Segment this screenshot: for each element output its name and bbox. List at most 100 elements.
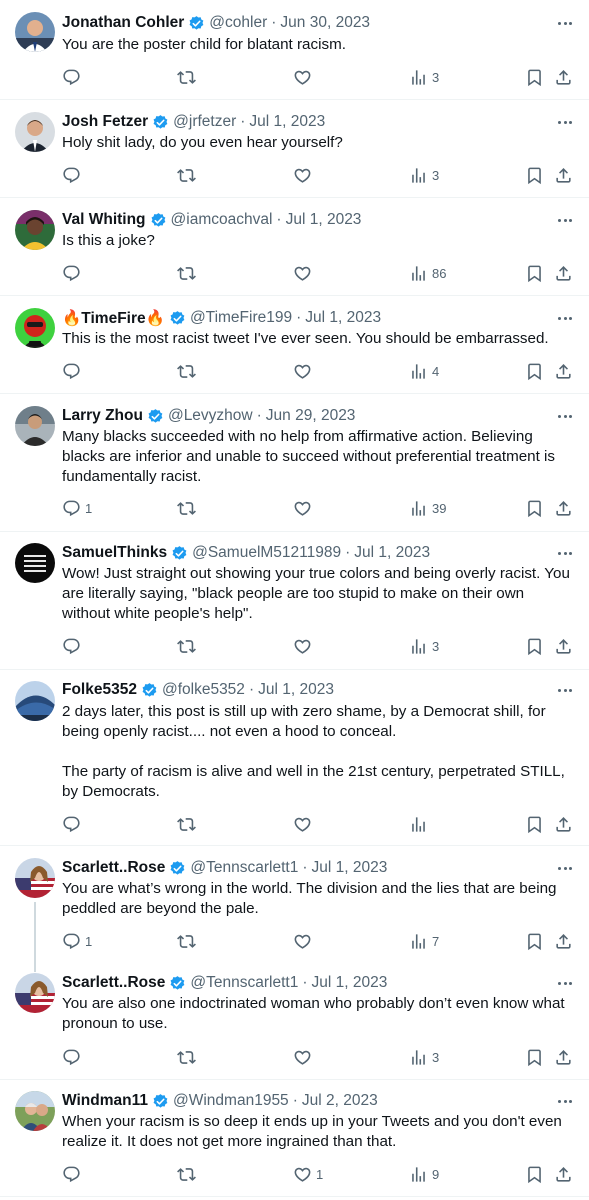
handle[interactable]: @jrfetzer <box>173 113 236 131</box>
retweet-button[interactable] <box>177 1047 200 1067</box>
retweet-button[interactable] <box>177 361 200 381</box>
bookmark-button[interactable] <box>525 361 544 381</box>
more-icon[interactable] <box>555 308 575 328</box>
like-button[interactable] <box>293 636 316 656</box>
handle[interactable]: @folke5352 <box>162 681 245 699</box>
handle[interactable]: @SamuelM51211989 <box>192 544 341 562</box>
display-name[interactable]: 🔥TimeFire🔥 <box>62 309 165 328</box>
more-icon[interactable] <box>555 112 575 132</box>
timestamp[interactable]: Jul 1, 2023 <box>286 211 362 229</box>
views-button[interactable]: 86 <box>409 263 446 283</box>
more-icon[interactable] <box>555 406 575 426</box>
share-button[interactable] <box>554 636 573 656</box>
share-button[interactable] <box>554 361 573 381</box>
handle[interactable]: @Levyzhow <box>168 407 253 425</box>
handle[interactable]: @cohler <box>209 14 267 32</box>
more-icon[interactable] <box>555 1091 575 1111</box>
handle[interactable]: @iamcoachval <box>171 211 273 229</box>
share-button[interactable] <box>554 931 573 951</box>
tweet-timefire[interactable]: 🔥TimeFire🔥 @TimeFire199 · Jul 1, 2023 Th… <box>0 296 589 394</box>
avatar[interactable] <box>15 681 55 721</box>
like-button[interactable]: 1 <box>293 1164 323 1184</box>
avatar[interactable] <box>15 112 55 152</box>
retweet-button[interactable] <box>177 165 200 185</box>
retweet-button[interactable] <box>177 814 200 834</box>
timestamp[interactable]: Jul 1, 2023 <box>305 309 381 327</box>
like-button[interactable] <box>293 1047 316 1067</box>
avatar[interactable] <box>15 1091 55 1131</box>
views-button[interactable]: 4 <box>409 361 439 381</box>
more-icon[interactable] <box>555 543 575 563</box>
display-name[interactable]: Folke5352 <box>62 681 137 699</box>
more-icon[interactable] <box>555 858 575 878</box>
like-button[interactable] <box>293 165 316 185</box>
tweet-scarlett-rose-1[interactable]: Scarlett..Rose @Tennscarlett1 · Jul 1, 2… <box>0 846 589 972</box>
share-button[interactable] <box>554 263 573 283</box>
reply-button[interactable]: 1 <box>62 931 92 951</box>
tweet-windman11[interactable]: Windman11 @Windman1955 · Jul 2, 2023 Whe… <box>0 1080 589 1197</box>
timestamp[interactable]: Jun 30, 2023 <box>280 14 370 32</box>
reply-button[interactable] <box>62 1047 85 1067</box>
avatar[interactable] <box>15 210 55 250</box>
retweet-button[interactable] <box>177 67 200 87</box>
reply-button[interactable] <box>62 263 85 283</box>
reply-button[interactable] <box>62 1164 85 1184</box>
avatar[interactable] <box>15 543 55 583</box>
avatar[interactable] <box>15 406 55 446</box>
bookmark-button[interactable] <box>525 636 544 656</box>
display-name[interactable]: Josh Fetzer <box>62 113 148 131</box>
tweet-jonathan-cohler[interactable]: Jonathan Cohler @cohler · Jun 30, 2023 Y… <box>0 0 589 100</box>
bookmark-button[interactable] <box>525 67 544 87</box>
tweet-larry-zhou[interactable]: Larry Zhou @Levyzhow · Jun 29, 2023 Many… <box>0 394 589 532</box>
like-button[interactable] <box>293 361 316 381</box>
views-button[interactable]: 3 <box>409 67 439 87</box>
like-button[interactable] <box>293 498 316 518</box>
reply-button[interactable] <box>62 636 85 656</box>
bookmark-button[interactable] <box>525 814 544 834</box>
more-icon[interactable] <box>555 973 575 993</box>
share-button[interactable] <box>554 67 573 87</box>
like-button[interactable] <box>293 67 316 87</box>
retweet-button[interactable] <box>177 931 200 951</box>
views-button[interactable] <box>409 814 432 834</box>
display-name[interactable]: Jonathan Cohler <box>62 14 184 32</box>
tweet-scarlett-rose-2[interactable]: Scarlett..Rose @Tennscarlett1 · Jul 1, 2… <box>0 962 589 1080</box>
timestamp[interactable]: Jun 29, 2023 <box>266 407 356 425</box>
reply-button[interactable]: 1 <box>62 498 92 518</box>
more-icon[interactable] <box>555 13 575 33</box>
handle[interactable]: @Tennscarlett1 <box>190 974 298 992</box>
like-button[interactable] <box>293 931 316 951</box>
display-name[interactable]: SamuelThinks <box>62 544 167 562</box>
avatar[interactable] <box>15 12 55 52</box>
tweet-samuelthinks[interactable]: SamuelThinks @SamuelM51211989 · Jul 1, 2… <box>0 532 589 670</box>
bookmark-button[interactable] <box>525 498 544 518</box>
display-name[interactable]: Scarlett..Rose <box>62 859 165 877</box>
retweet-button[interactable] <box>177 263 200 283</box>
tweet-val-whiting[interactable]: Val Whiting @iamcoachval · Jul 1, 2023 I… <box>0 198 589 296</box>
reply-button[interactable] <box>62 361 85 381</box>
timestamp[interactable]: Jul 1, 2023 <box>354 544 430 562</box>
tweet-folke5352[interactable]: Folke5352 @folke5352 · Jul 1, 2023 2 day… <box>0 670 589 846</box>
more-icon[interactable] <box>555 680 575 700</box>
timestamp[interactable]: Jul 1, 2023 <box>312 974 388 992</box>
more-icon[interactable] <box>555 210 575 230</box>
reply-button[interactable] <box>62 67 85 87</box>
handle[interactable]: @Windman1955 <box>173 1092 289 1110</box>
share-button[interactable] <box>554 498 573 518</box>
display-name[interactable]: Windman11 <box>62 1092 148 1110</box>
views-button[interactable]: 7 <box>409 931 439 951</box>
views-button[interactable]: 39 <box>409 498 446 518</box>
views-button[interactable]: 3 <box>409 636 439 656</box>
retweet-button[interactable] <box>177 498 200 518</box>
views-button[interactable]: 9 <box>409 1164 439 1184</box>
bookmark-button[interactable] <box>525 1047 544 1067</box>
retweet-button[interactable] <box>177 1164 200 1184</box>
share-button[interactable] <box>554 1164 573 1184</box>
views-button[interactable]: 3 <box>409 1047 439 1067</box>
timestamp[interactable]: Jul 1, 2023 <box>258 681 334 699</box>
display-name[interactable]: Larry Zhou <box>62 407 143 425</box>
display-name[interactable]: Val Whiting <box>62 211 146 229</box>
share-button[interactable] <box>554 814 573 834</box>
bookmark-button[interactable] <box>525 1164 544 1184</box>
share-button[interactable] <box>554 165 573 185</box>
